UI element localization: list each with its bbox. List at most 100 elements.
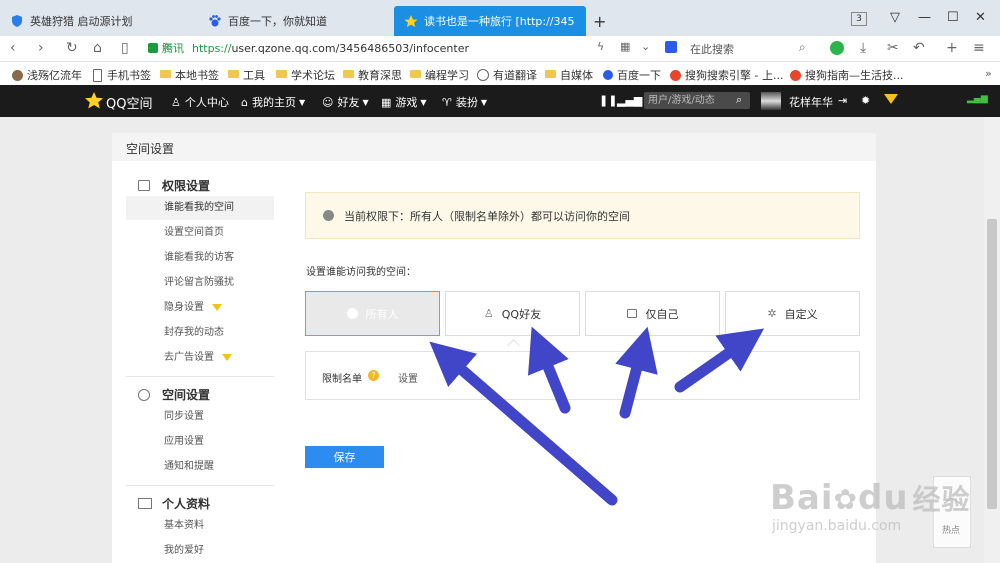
bookmarks-bar: 浅殇亿流年 手机书签 本地书签 工具 学术论坛 教育深思 编程学习 有道翻译 自… [0,62,1000,86]
bookmark-item[interactable]: 教育深思 [343,67,402,83]
gear-icon[interactable]: ✹ [861,94,870,107]
shirt-icon: ♈ [442,95,452,109]
tab-qzone-active[interactable]: 读书也是一种旅行 [http://3456486 [394,6,586,36]
watermark-url: jingyan.baidu.com [772,518,902,534]
tab-baidu[interactable]: 百度一下，你就知道 [198,6,394,36]
url-field[interactable]: 腾讯 https:// user.qzone.qq.com/3456486503… [148,39,648,57]
scissors-icon[interactable]: ✂ [887,40,899,56]
qzone-search-input[interactable]: 用户/游戏/动态 [644,92,750,109]
bookmark-item[interactable]: 浅殇亿流年 [12,67,82,83]
sidebar-item-hobbies[interactable]: 我的爱好 [126,539,274,563]
star-icon [404,14,418,28]
plus-icon[interactable]: + [946,40,958,56]
nav-personal-center[interactable]: ♙ 个人中心 [171,94,229,110]
refresh-icon[interactable]: ↻ [66,40,78,56]
tab-yingxiong[interactable]: 英雄狩猎 启动源计划 [0,6,198,36]
bookmarks-overflow-icon[interactable]: » [985,67,992,80]
sidebar-item-invisible[interactable]: 隐身设置 [126,296,274,320]
bookmark-item[interactable]: 搜狗指南—生活技... [790,67,904,83]
home-icon[interactable]: ⌂ [93,40,102,56]
search-icon[interactable]: ⌕ [736,93,742,107]
friends-icon: ☺ [322,95,334,109]
bookmark-item[interactable]: 工具 [228,67,265,83]
sidebar-item-remove-ads[interactable]: 去广告设置 [126,346,274,370]
avatar[interactable] [761,92,781,110]
sidebar-divider [126,485,274,486]
sidebar-section-permissions: 权限设置 [138,177,210,194]
site-label: 腾讯 [162,42,184,55]
close-button[interactable]: ✕ [975,10,986,25]
search-icon[interactable]: ⌕ [799,40,806,55]
gear-icon: ✲ [767,307,777,320]
sidebar-item-sync[interactable]: 同步设置 [126,405,274,429]
baidu-paw-icon [208,14,222,28]
avatar [12,69,23,81]
username[interactable]: 花样年华 [789,94,833,110]
logout-icon[interactable]: ⇥ [838,94,847,107]
tab-label: 读书也是一种旅行 [http://3456486 [424,15,574,28]
undo-icon[interactable]: ↶ [913,40,925,56]
bookmark-item[interactable]: 手机书签 [93,67,151,83]
address-bar-row: ‹ › ↻ ⌂ ▯ ☆ 腾讯 https:// user.qzone.qq.co… [0,36,1000,62]
browser-tab-bar: 英雄狩猎 启动源计划 百度一下，你就知道 读书也是一种旅行 [http://34… [0,0,1000,36]
nav-decorate[interactable]: ♈ 装扮 ▼ [442,94,487,110]
qzone-logo[interactable]: QQ空间 [84,91,152,113]
back-icon[interactable]: ‹ [10,40,16,56]
option-only-me-button[interactable]: 仅自己 [585,291,720,336]
menu-icon[interactable]: ≡ [973,40,985,56]
qzone-nav-bar: QQ空间 ♙ 个人中心 ⌂ 我的主页 ▼ ☺ 好友 ▼ ▦ 游戏 ▼ ♈ 装扮 ▼ ❚❚ ▂▄▆ … [0,85,1000,117]
restrict-settings-link[interactable]: 设置 [398,370,418,385]
wechat-icon[interactable] [830,41,844,55]
bookmark-item[interactable]: 有道翻译 [477,67,537,83]
dropdown-icon[interactable]: ⌄ [641,40,650,53]
sidebar-section-profile: 个人资料 [138,495,210,512]
bookmark-item[interactable]: 百度一下 [603,67,661,83]
sidebar-item-who-can-view[interactable]: 谁能看我的空间 [126,196,274,220]
grid-icon[interactable]: ▦ [620,40,630,53]
signal-strength-icon: ▂▄▆ [967,94,988,104]
bookmark-item[interactable]: 自媒体 [545,67,593,83]
nav-games[interactable]: ▦ 游戏 ▼ [381,94,427,110]
forward-icon[interactable]: › [38,40,44,56]
profile-card-icon [138,498,152,509]
minimize-button[interactable]: — [918,10,931,25]
bookmark-item[interactable]: 学术论坛 [276,67,335,83]
nav-my-homepage[interactable]: ⌂ 我的主页 ▼ [241,94,305,110]
pause-icon[interactable]: ❚❚ [599,94,617,107]
option-everyone-button[interactable]: 所有人 [305,291,440,336]
folder-icon [228,70,239,78]
globe-icon [323,210,334,221]
nav-friends[interactable]: ☺ 好友 ▼ [322,94,369,110]
shield-icon [10,14,24,28]
pin-icon[interactable]: ▽ [890,10,900,25]
new-tab-button[interactable]: + [593,12,606,31]
save-button[interactable]: 保存 [305,446,384,468]
folder-icon [276,70,287,78]
sidebar-item-archive[interactable]: 封存我的动态 [126,321,274,345]
help-icon[interactable]: ? [368,370,379,381]
baidu-jingyan-watermark: Bai✿du 经验 jingyan.baidu.com [770,478,971,534]
lightning-icon[interactable]: ϟ [597,40,604,53]
sidebar-item-apps[interactable]: 应用设置 [126,430,274,454]
bookmark-item[interactable]: 编程学习 [410,67,469,83]
download-icon[interactable]: ⤓ [860,40,866,56]
scrollbar-thumb[interactable] [987,219,997,509]
search-field[interactable]: 在此搜索 [690,41,734,57]
option-qq-friends-button[interactable]: ♙ QQ好友 [445,291,580,336]
bookmark-item[interactable]: 本地书签 [160,67,219,83]
sidebar-item-visitors[interactable]: 谁能看我的访客 [126,246,274,270]
sidebar-item-basic-info[interactable]: 基本资料 [126,514,274,538]
option-custom-button[interactable]: ✲ 自定义 [725,291,860,336]
search-engine-icon[interactable] [665,41,677,53]
signal-icon[interactable]: ▂▄▆ [617,94,642,107]
sidebar-item-anti-harass[interactable]: 评论留言防骚扰 [126,271,274,295]
phone-icon [93,68,102,82]
sidebar-item-notifications[interactable]: 通知和提醒 [126,455,274,479]
vip-diamond-icon[interactable] [884,94,898,104]
sidebar-item-homepage[interactable]: 设置空间首页 [126,221,274,245]
tab-count-badge[interactable]: 3 [851,12,867,26]
reader-icon[interactable]: ▯ [121,40,129,56]
bookmark-item[interactable]: 搜狗搜索引擎 - 上... [670,67,783,83]
vip-diamond-icon [222,353,232,361]
maximize-button[interactable]: ☐ [947,10,959,25]
